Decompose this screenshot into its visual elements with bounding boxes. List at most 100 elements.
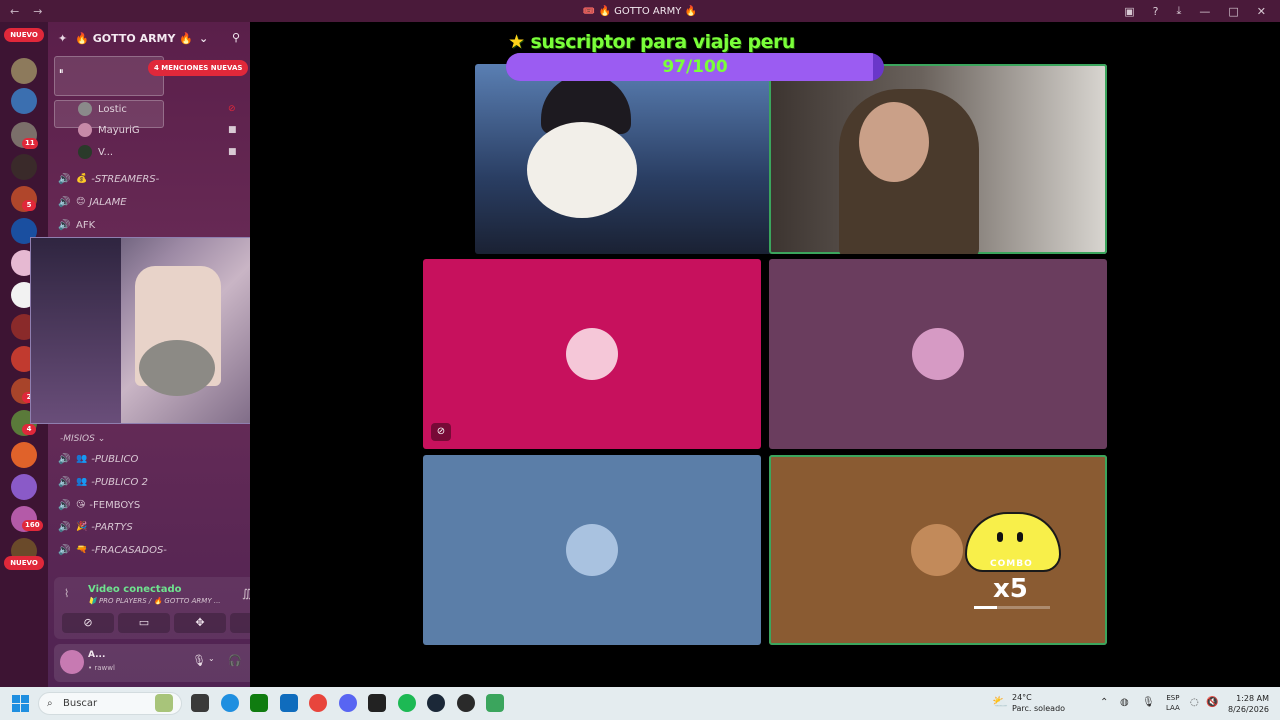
stream-goal-bar: 97/100	[506, 53, 884, 81]
video-tile[interactable]	[769, 259, 1107, 449]
chevron-down-icon: ⌄	[97, 434, 106, 444]
back-arrow-icon[interactable]: ←	[10, 5, 19, 18]
windows-start-button[interactable]	[12, 695, 29, 712]
discord-icon[interactable]	[339, 694, 357, 712]
speaker-icon: 🔊	[58, 544, 71, 556]
microphone-icon[interactable]: 🎙	[1142, 697, 1155, 708]
connection-channel[interactable]: 🔰 PRO PLAYERS / 🔥 GOTTO ARMY ...	[88, 597, 221, 605]
video-camera-icon: ■	[228, 147, 237, 157]
voice-user-name: MayuriG	[98, 124, 140, 136]
forward-arrow-icon[interactable]: →	[33, 5, 42, 18]
voice-channel[interactable]: 🔊 👥 -PUBLICO 2	[58, 472, 243, 492]
spotify-icon[interactable]	[398, 694, 416, 712]
video-tile[interactable]	[423, 455, 761, 645]
media-mini-player[interactable]: ⏸	[54, 56, 164, 96]
toggle-camera-button[interactable]: ⊘	[62, 613, 114, 633]
search-icon: ⌕	[47, 698, 53, 709]
voice-user[interactable]: V... ■	[78, 143, 237, 161]
person-face	[859, 102, 929, 182]
voice-channel[interactable]: 🔊 😊 JALAME	[58, 192, 243, 212]
invite-icon[interactable]: ⚲	[232, 31, 240, 44]
new-badge[interactable]: NUEVO	[4, 556, 44, 570]
bee-eye	[1017, 532, 1023, 542]
speaker-icon: 🔊	[58, 453, 71, 465]
voice-channel[interactable]: 🔊 👥 -PUBLICO	[58, 449, 243, 469]
plush-toy	[139, 340, 215, 396]
server-icon[interactable]	[11, 58, 37, 84]
download-icon[interactable]: ⤓	[1177, 4, 1182, 18]
connection-status: Video conectado	[88, 584, 182, 595]
maximize-button[interactable]: □	[1228, 5, 1238, 18]
video-grid: ⊘ ★ suscriptor para viaje peru 97/100 COM…	[250, 22, 1280, 687]
clock[interactable]: 1:28 AM 8/26/2026	[1228, 693, 1269, 715]
share-screen-button[interactable]: ▭	[118, 613, 170, 633]
weather-desc: Parc. soleado	[1012, 704, 1066, 713]
guild-header[interactable]: ✦ 🔥 GOTTO ARMY 🔥 ⌄ ⚲	[48, 22, 250, 54]
voice-channel[interactable]: 🔊 😘 -FEMBOYS	[58, 495, 243, 515]
video-tile-speaking[interactable]	[769, 64, 1107, 254]
headphones-icon[interactable]: 🎧	[228, 654, 242, 667]
search-highlight-icon[interactable]	[155, 694, 173, 712]
username: A...	[88, 650, 106, 660]
language-indicator[interactable]: ESP LAA	[1166, 693, 1180, 713]
help-icon[interactable]: ?	[1153, 5, 1159, 18]
network-icon[interactable]: ◍	[1120, 697, 1129, 708]
custom-status: • rawwl	[88, 664, 115, 672]
server-boost-icon: ✦	[58, 31, 68, 45]
voice-user[interactable]: MayuriG ■	[78, 121, 237, 139]
close-button[interactable]: ✕	[1257, 5, 1266, 18]
camera-off-icon: ⊘	[431, 423, 451, 441]
server-icon[interactable]	[11, 154, 37, 180]
avatar	[566, 328, 618, 380]
edge-icon[interactable]	[221, 694, 239, 712]
unread-count-badge: 160	[22, 520, 43, 531]
server-icon[interactable]	[11, 474, 37, 500]
app-icon[interactable]	[457, 694, 475, 712]
task-view-icon[interactable]	[191, 694, 209, 712]
window-title: 🎟️ 🔥 GOTTO ARMY 🔥	[582, 5, 698, 17]
outlook-icon[interactable]	[280, 694, 298, 712]
server-icon[interactable]	[11, 442, 37, 468]
activities-button[interactable]: ✥	[174, 613, 226, 633]
volume-muted-icon[interactable]: 🔇	[1206, 697, 1218, 708]
inbox-icon[interactable]: ▣	[1124, 5, 1134, 18]
speaker-icon: 🔊	[58, 196, 71, 208]
server-icon[interactable]	[11, 88, 37, 114]
minimize-button[interactable]: —	[1199, 5, 1210, 18]
channel-category[interactable]: -MISIOS ⌄	[60, 434, 105, 444]
avatar	[78, 145, 92, 159]
voice-user-name: Lostic	[98, 103, 127, 115]
speaker-icon: 🔊	[58, 499, 71, 511]
speaker-icon: 🔊	[58, 521, 71, 533]
voice-channel[interactable]: 🔊 🎉 -PARTYS	[58, 517, 243, 537]
unread-count-badge: 11	[22, 138, 38, 149]
combo-timer-fill	[974, 606, 997, 609]
video-tile[interactable]	[475, 64, 811, 254]
taskbar: ⌕ Buscar ⛅ 24°C Parc. soleado ⌃ ◍ 🎙 ESP …	[0, 687, 1280, 720]
chevron-up-icon[interactable]: ⌃	[1100, 697, 1108, 708]
app-icon[interactable]	[486, 694, 504, 712]
pause-icon[interactable]: ⏸	[59, 67, 64, 77]
chrome-icon[interactable]	[309, 694, 327, 712]
chevron-down-icon: ⌄	[199, 31, 209, 45]
video-tile[interactable]: ⊘	[423, 259, 761, 449]
voice-user[interactable]: Lostic ⊘	[78, 100, 236, 118]
combo-value: x5	[993, 574, 1028, 604]
steam-icon[interactable]	[427, 694, 445, 712]
speaker-icon: 🔊	[58, 476, 71, 488]
avatar[interactable]	[60, 650, 84, 674]
signal-icon[interactable]: ⌇	[64, 587, 69, 600]
new-badge[interactable]: NUEVO	[4, 28, 44, 42]
new-mentions-pill[interactable]: 4 MENCIONES NUEVAS	[148, 60, 249, 76]
wifi-icon[interactable]: ◌	[1190, 697, 1199, 708]
voice-channel[interactable]: 🔊 💰 -STREAMERS-	[58, 169, 243, 189]
microphone-icon[interactable]: 🎙	[192, 654, 206, 667]
voice-channel[interactable]: 🔊 AFK	[58, 215, 243, 235]
unread-count-badge: 5	[22, 200, 36, 211]
weather-temp: 24°C	[1012, 693, 1032, 702]
obs-icon[interactable]	[368, 694, 386, 712]
voice-channel[interactable]: 🔊 🔫 -FRACASADOS-	[58, 540, 243, 560]
muted-icon: ⊘	[228, 104, 236, 114]
chevron-down-icon[interactable]: ⌄	[208, 654, 215, 663]
xbox-icon[interactable]	[250, 694, 268, 712]
